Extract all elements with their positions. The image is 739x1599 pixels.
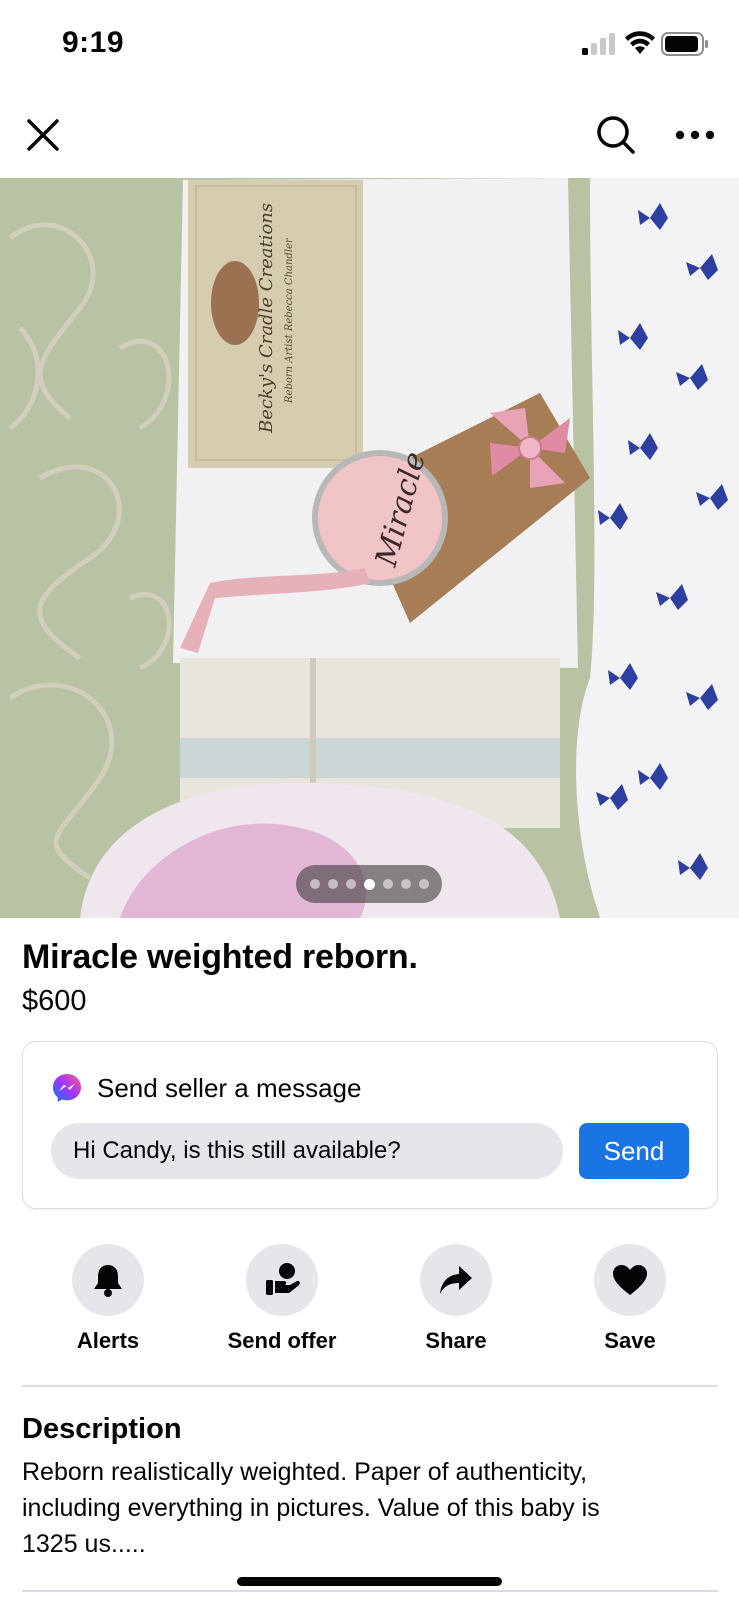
share-button[interactable]: Share: [376, 1244, 536, 1354]
alerts-button[interactable]: Alerts: [28, 1244, 188, 1354]
share-label: Share: [425, 1328, 487, 1353]
wifi-icon: [625, 31, 655, 54]
share-circle[interactable]: [420, 1244, 492, 1316]
close-button[interactable]: [17, 109, 69, 161]
home-indicator: [237, 1577, 502, 1586]
more-options-button[interactable]: [669, 109, 721, 161]
alerts-circle[interactable]: [72, 1244, 144, 1316]
svg-text:Becky's Cradle Creations: Becky's Cradle Creations: [256, 203, 277, 434]
action-row: Alerts Send offer Share Save: [0, 1244, 739, 1364]
messenger-icon: [53, 1074, 81, 1102]
heart-icon: [613, 1265, 647, 1295]
pager-dot[interactable]: [327, 879, 338, 889]
divider: [22, 1590, 718, 1592]
photo-pager[interactable]: [296, 865, 442, 903]
cell-signal-icon: [582, 33, 615, 55]
save-label: Save: [604, 1328, 656, 1353]
more-icon: [675, 130, 715, 140]
share-arrow-icon: [440, 1266, 472, 1294]
listing-title: Miracle weighted reborn.: [22, 938, 418, 976]
send-offer-circle[interactable]: [246, 1244, 318, 1316]
offer-hand-icon: [266, 1263, 300, 1295]
description-heading: Description: [22, 1413, 182, 1445]
bell-icon: [94, 1265, 122, 1297]
description-line: including everything in pictures. Value …: [22, 1494, 600, 1522]
message-header-label: Send seller a message: [97, 1072, 362, 1103]
svg-text:Reborn Artist Rebecca Chandler: Reborn Artist Rebecca Chandler: [284, 237, 295, 404]
description-line: 1325 us.....: [22, 1530, 146, 1558]
save-circle[interactable]: [594, 1244, 666, 1316]
alerts-label: Alerts: [76, 1328, 140, 1353]
status-time: 9:19: [62, 26, 125, 59]
search-icon: [597, 116, 635, 154]
pager-dot[interactable]: [418, 879, 429, 889]
battery-icon: [661, 32, 708, 56]
send-offer-label: Send offer: [227, 1328, 337, 1353]
description-line: Reborn realistically weighted. Paper of …: [22, 1458, 588, 1486]
pager-dot-active[interactable]: [363, 878, 375, 890]
pager-dot[interactable]: [345, 879, 356, 889]
close-icon: [27, 119, 59, 151]
message-input[interactable]: Hi Candy, is this still available?: [51, 1123, 563, 1179]
pager-dot[interactable]: [400, 879, 411, 889]
search-button[interactable]: [590, 109, 642, 161]
message-header: Send seller a message: [51, 1072, 361, 1104]
pager-dot[interactable]: [382, 879, 393, 889]
send-button[interactable]: Send: [579, 1123, 689, 1179]
listing-photo[interactable]: Becky's Cradle Creations Reborn Artist R…: [0, 178, 739, 918]
description-text: Reborn realistically weighted. Paper of …: [22, 1454, 712, 1562]
save-button[interactable]: Save: [550, 1244, 710, 1354]
top-nav: [0, 95, 739, 175]
pager-dot[interactable]: [309, 879, 320, 889]
send-message-card: Send seller a message Hi Candy, is this …: [22, 1041, 718, 1209]
status-bar: 9:19: [0, 0, 739, 90]
send-offer-button[interactable]: Send offer: [202, 1244, 362, 1354]
listing-price: $600: [22, 985, 87, 1017]
divider: [22, 1385, 718, 1387]
